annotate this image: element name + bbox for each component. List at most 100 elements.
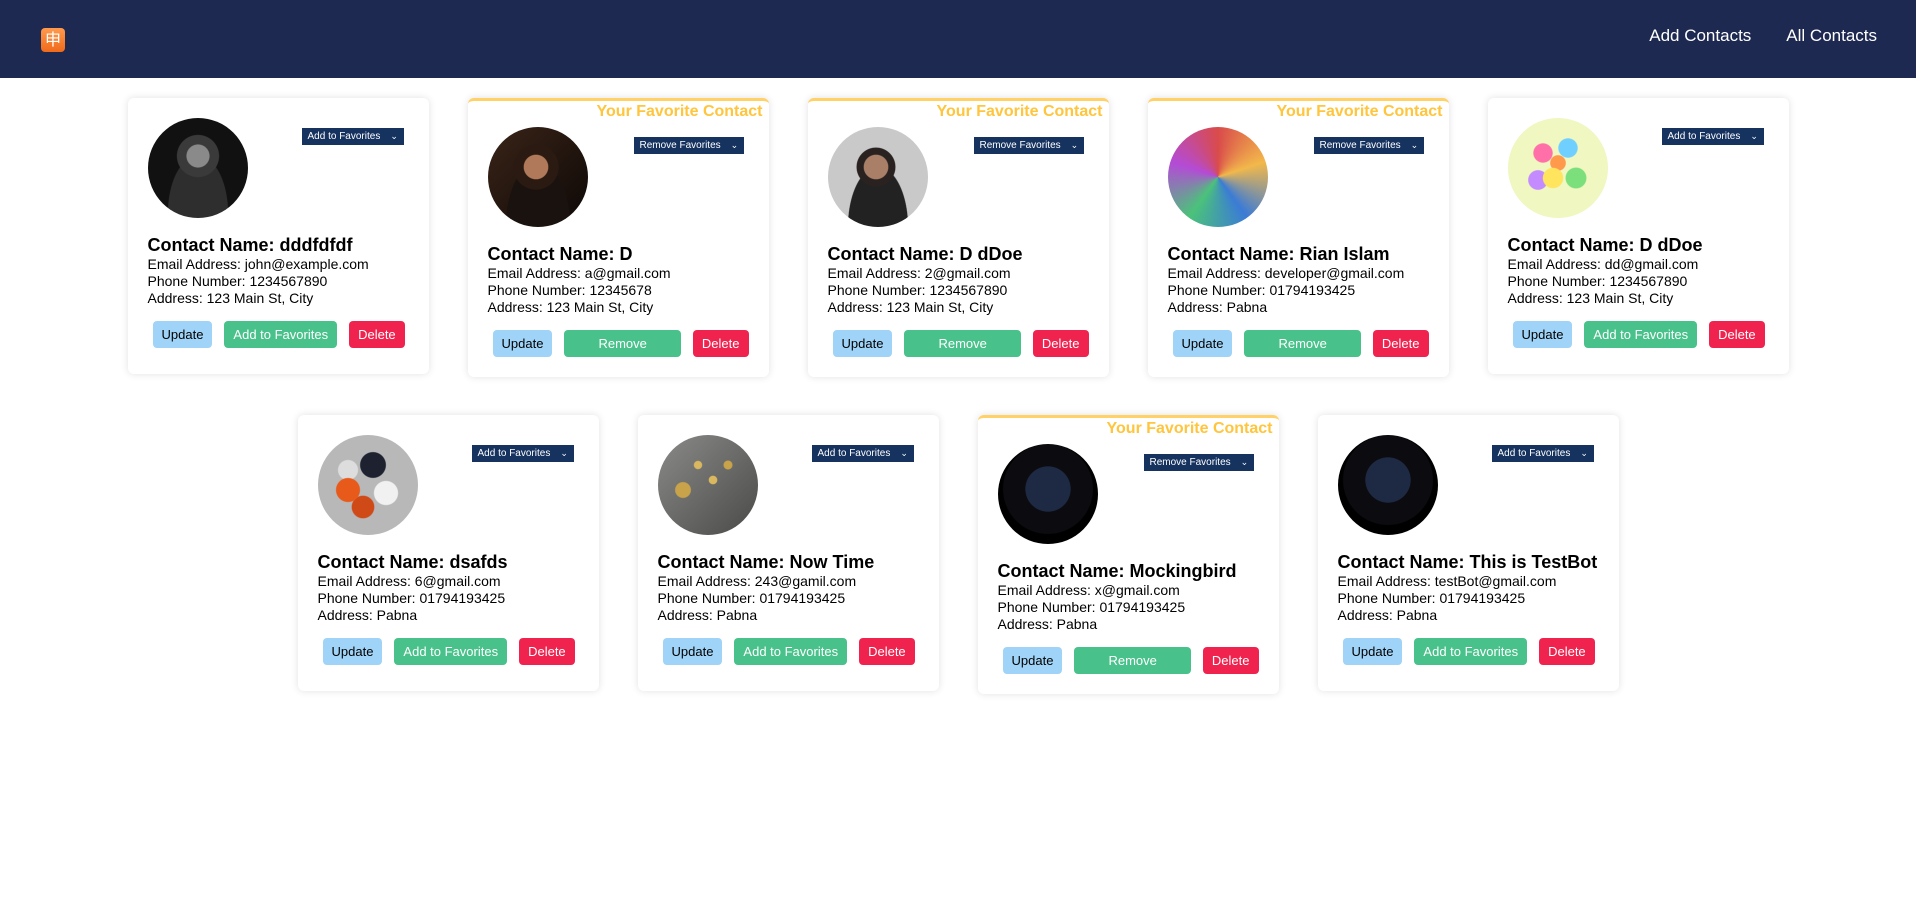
remove-favorites-button[interactable]: Remove Favorites bbox=[1074, 647, 1191, 695]
nav-all-contacts-link[interactable]: All Contacts bbox=[1786, 26, 1877, 46]
favorite-dropdown[interactable]: Add to Favorites ⌄ bbox=[1491, 445, 1594, 462]
contact-email-label: Email Address: bbox=[657, 573, 755, 589]
update-button[interactable]: Update bbox=[1172, 330, 1233, 357]
contact-name: Contact Name: D dDoe bbox=[828, 243, 1089, 265]
add-to-favorites-button[interactable]: Add to Favorites bbox=[734, 638, 848, 665]
contact-name-label: Contact Name: bbox=[1167, 244, 1300, 264]
contact-phone-label: Phone Number: bbox=[827, 282, 930, 298]
nav-add-contacts-link[interactable]: Add Contacts bbox=[1649, 26, 1751, 46]
contacts-row: Add to Favorites ⌄ Contact Name: dddfdfdf E… bbox=[0, 98, 1916, 378]
chevron-down-icon: ⌄ bbox=[560, 448, 568, 458]
update-button[interactable]: Update bbox=[1342, 638, 1403, 665]
add-to-favorites-button[interactable]: Add to Favorites bbox=[224, 321, 338, 348]
contact-email-value: 2@gmail.com bbox=[924, 265, 1011, 281]
delete-button[interactable]: Delete bbox=[692, 330, 749, 357]
contact-email: Email Address: a@gmail.com bbox=[488, 265, 749, 282]
favorite-dropdown[interactable]: Add to Favorites ⌄ bbox=[1661, 128, 1764, 145]
add-to-favorites-button[interactable]: Add to Favorites bbox=[1584, 321, 1698, 348]
contact-address: Address: Pabna bbox=[998, 616, 1259, 633]
favorite-dropdown-label: Add to Favorites bbox=[1667, 131, 1741, 142]
delete-button[interactable]: Delete bbox=[349, 321, 405, 348]
contact-name-value: This is TestBot bbox=[1469, 552, 1598, 572]
contact-email-value: 6@gmail.com bbox=[414, 573, 501, 589]
contact-email-label: Email Address: bbox=[147, 256, 245, 272]
card-actions: Update Add to Favorites Delete bbox=[148, 321, 409, 348]
contact-email-value: 243@gamil.com bbox=[754, 573, 857, 589]
favorite-dropdown[interactable]: Add to Favorites ⌄ bbox=[811, 445, 914, 462]
contact-email-value: dd@gmail.com bbox=[1604, 256, 1699, 272]
contact-name: Contact Name: D dDoe bbox=[1508, 234, 1769, 256]
favorite-dropdown[interactable]: Remove Favorites ⌄ bbox=[633, 137, 745, 154]
favorite-dropdown[interactable]: Remove Favorites ⌄ bbox=[973, 137, 1085, 154]
contact-address-value: Pabna bbox=[376, 607, 418, 623]
contact-address-label: Address: bbox=[997, 616, 1057, 632]
contact-card: Add to Favorites ⌄ Contact Name: This is T… bbox=[1317, 415, 1619, 691]
favorite-dropdown[interactable]: Remove Favorites ⌄ bbox=[1313, 137, 1425, 154]
contact-phone: Phone Number: 01794193425 bbox=[998, 599, 1259, 616]
contact-address-value: 123 Main St, City bbox=[206, 290, 314, 306]
contact-name-label: Contact Name: bbox=[827, 244, 960, 264]
contact-email: Email Address: testBot@gmail.com bbox=[1338, 573, 1599, 590]
contact-address-value: 123 Main St, City bbox=[1566, 290, 1674, 306]
remove-favorites-button[interactable]: Remove Favorites bbox=[564, 330, 681, 378]
contact-name: Contact Name: D bbox=[488, 243, 749, 265]
contact-phone-label: Phone Number: bbox=[1337, 590, 1440, 606]
update-button[interactable]: Update bbox=[662, 638, 723, 665]
contact-phone-label: Phone Number: bbox=[1507, 273, 1610, 289]
contact-avatar bbox=[1337, 435, 1438, 535]
contact-name-value: D dDoe bbox=[959, 244, 1023, 264]
card-actions: Update Add to Favorites Delete bbox=[658, 638, 919, 665]
contact-name-label: Contact Name: bbox=[317, 552, 450, 572]
favorite-dropdown-label: Remove Favorites bbox=[979, 140, 1061, 151]
card-header: Add to Favorites ⌄ bbox=[657, 435, 919, 535]
delete-button[interactable]: Delete bbox=[1539, 638, 1595, 665]
contact-card: Your Favorite Contact Remove Favorites ⌄ Co… bbox=[977, 415, 1279, 695]
contact-address: Address: Pabna bbox=[658, 607, 919, 624]
remove-favorites-button[interactable]: Remove Favorites bbox=[1244, 330, 1361, 378]
add-to-favorites-button[interactable]: Add to Favorites bbox=[394, 638, 508, 665]
contact-name-value: dsafds bbox=[449, 552, 508, 572]
update-button[interactable]: Update bbox=[152, 321, 213, 348]
delete-button[interactable]: Delete bbox=[1032, 330, 1089, 357]
delete-button[interactable]: Delete bbox=[1202, 647, 1259, 674]
favorite-dropdown[interactable]: Add to Favorites ⌄ bbox=[301, 128, 404, 145]
contact-email-value: developer@gmail.com bbox=[1264, 265, 1405, 281]
card-header: Remove Favorites ⌄ bbox=[827, 127, 1089, 227]
update-button[interactable]: Update bbox=[832, 330, 893, 357]
add-to-favorites-button[interactable]: Add to Favorites bbox=[1414, 638, 1528, 665]
contact-phone-label: Phone Number: bbox=[147, 273, 250, 289]
contact-card: Add to Favorites ⌄ Contact Name: Now Time E… bbox=[637, 415, 939, 691]
contact-phone: Phone Number: 12345678 bbox=[488, 282, 749, 299]
contact-address-label: Address: bbox=[1167, 299, 1227, 315]
contact-avatar bbox=[657, 435, 758, 535]
favorite-dropdown[interactable]: Add to Favorites ⌄ bbox=[471, 445, 574, 462]
update-button[interactable]: Update bbox=[492, 330, 553, 357]
favorite-banner: Your Favorite Contact bbox=[596, 103, 763, 120]
contacts-row: Add to Favorites ⌄ Contact Name: dsafds Ema… bbox=[0, 415, 1916, 695]
contact-phone-label: Phone Number: bbox=[1167, 282, 1270, 298]
favorite-dropdown-label: Add to Favorites bbox=[817, 448, 891, 459]
favorite-dropdown[interactable]: Remove Favorites ⌄ bbox=[1143, 454, 1255, 471]
contact-address-label: Address: bbox=[147, 290, 207, 306]
app-logo-icon[interactable]: 申 bbox=[41, 28, 65, 52]
chevron-down-icon: ⌄ bbox=[730, 140, 739, 150]
contact-name-value: D dDoe bbox=[1639, 235, 1703, 255]
contact-address-label: Address: bbox=[487, 299, 547, 315]
contact-address-value: Pabna bbox=[716, 607, 758, 623]
remove-favorites-button[interactable]: Remove Favorites bbox=[904, 330, 1021, 378]
contact-email-label: Email Address: bbox=[487, 265, 585, 281]
delete-button[interactable]: Delete bbox=[1372, 330, 1429, 357]
delete-button[interactable]: Delete bbox=[1709, 321, 1765, 348]
contact-address: Address: 123 Main St, City bbox=[488, 299, 749, 316]
card-actions: Update Remove Favorites Delete bbox=[1168, 330, 1429, 378]
card-header: Add to Favorites ⌄ bbox=[1507, 118, 1769, 218]
update-button[interactable]: Update bbox=[1002, 647, 1063, 674]
delete-button[interactable]: Delete bbox=[859, 638, 915, 665]
card-actions: Update Add to Favorites Delete bbox=[1338, 638, 1599, 665]
contact-address: Address: Pabna bbox=[318, 607, 579, 624]
contact-email-label: Email Address: bbox=[1507, 256, 1605, 272]
contact-email-label: Email Address: bbox=[1337, 573, 1435, 589]
delete-button[interactable]: Delete bbox=[519, 638, 575, 665]
update-button[interactable]: Update bbox=[1512, 321, 1573, 348]
update-button[interactable]: Update bbox=[322, 638, 383, 665]
